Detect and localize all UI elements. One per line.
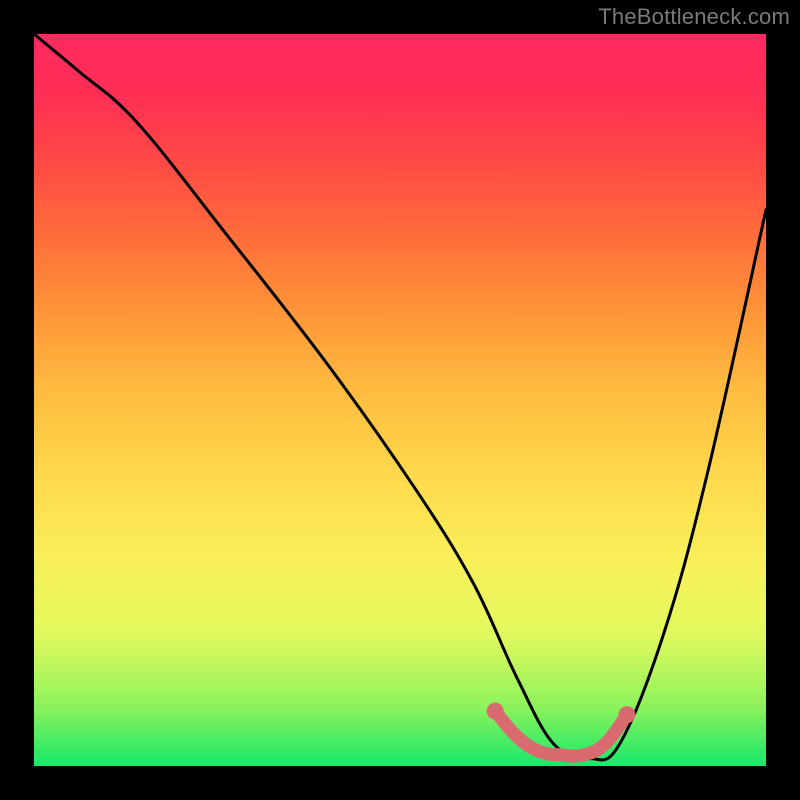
curve-svg <box>34 34 766 766</box>
optimal-range-path <box>495 711 627 756</box>
optimal-range-end-dot <box>618 706 635 723</box>
optimal-range-highlight <box>487 703 636 757</box>
bottleneck-curve-path <box>34 34 766 760</box>
watermark-text: TheBottleneck.com <box>598 4 790 30</box>
plot-area <box>34 34 766 766</box>
chart-frame: TheBottleneck.com <box>0 0 800 800</box>
optimal-range-start-dot <box>487 703 504 720</box>
